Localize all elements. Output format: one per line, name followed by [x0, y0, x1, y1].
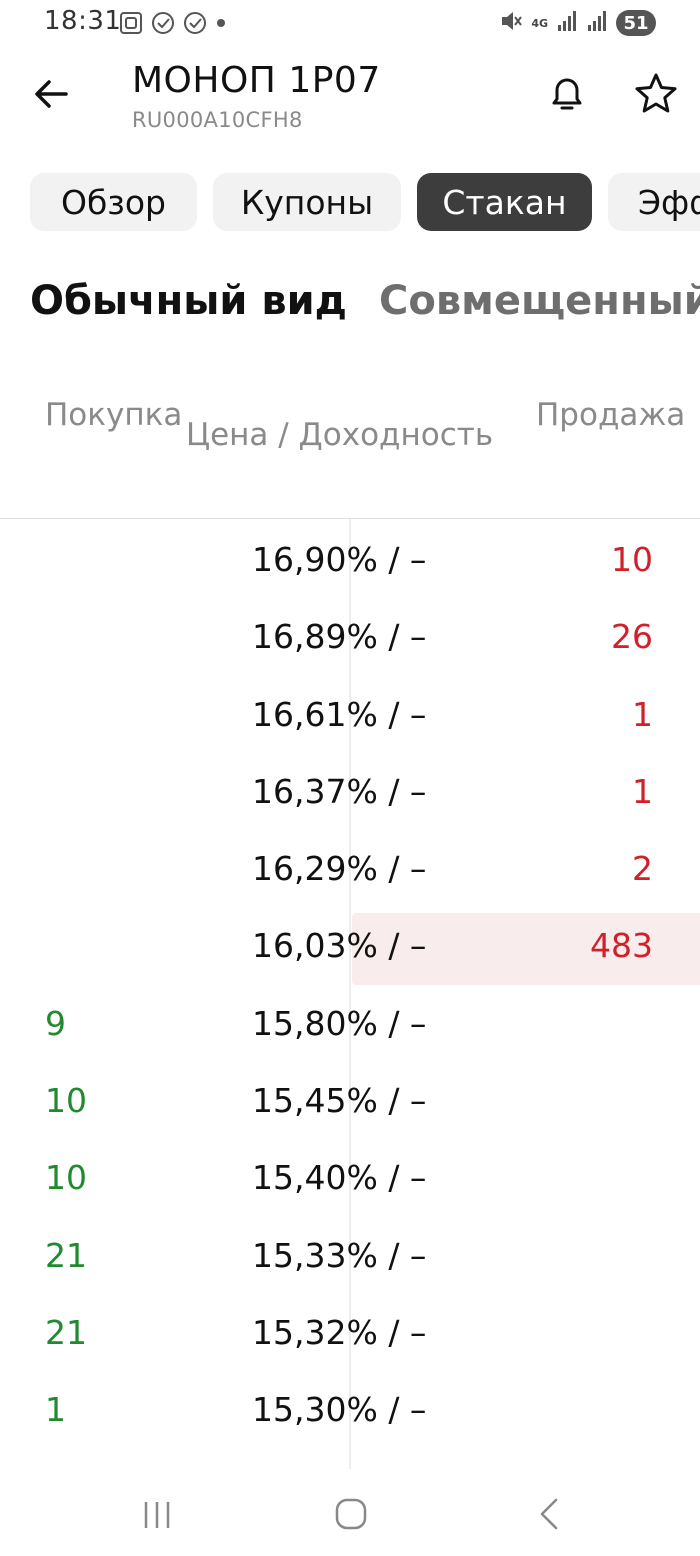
- signal-icon: [586, 9, 608, 37]
- tab-overview[interactable]: Обзор: [30, 173, 197, 231]
- network-type-label: 4G: [531, 16, 548, 30]
- star-icon: [635, 73, 677, 113]
- sell-volume: 1: [632, 771, 653, 811]
- order-book-row[interactable]: 10 15,45% / –: [0, 1062, 700, 1139]
- tab-coupons[interactable]: Купоны: [213, 173, 401, 231]
- price-yield: 15,33% / –: [252, 1235, 427, 1275]
- order-book-row[interactable]: 16,29% / – 2: [0, 830, 700, 907]
- sell-volume: 483: [590, 926, 653, 966]
- order-book-row[interactable]: 1 15,30% / –: [0, 1371, 700, 1448]
- system-back-button[interactable]: [536, 1496, 562, 1532]
- order-book-rows: 16,90% / – 10 16,89% / – 26 16,61% / – 1…: [0, 521, 700, 1449]
- favorite-button[interactable]: [632, 70, 680, 118]
- notifications-button[interactable]: [544, 70, 590, 116]
- arrow-left-icon: [35, 80, 68, 108]
- order-book-row[interactable]: 16,37% / – 1: [0, 753, 700, 830]
- column-header-price: Цена / Доходность: [186, 417, 494, 453]
- app-bar: МОНОП 1Р07 RU000A10CFH8: [0, 50, 700, 150]
- tab-efficiency[interactable]: Эфф: [608, 173, 700, 231]
- price-yield: 15,45% / –: [252, 1081, 427, 1121]
- price-yield: 16,61% / –: [252, 694, 427, 734]
- instrument-title: МОНОП 1Р07: [132, 60, 381, 101]
- order-book-row[interactable]: 16,89% / – 26: [0, 598, 700, 675]
- buy-volume: 10: [45, 1081, 87, 1121]
- order-book-row[interactable]: 9 15,80% / –: [0, 985, 700, 1062]
- buy-volume: 21: [45, 1312, 87, 1352]
- home-icon: [335, 1498, 367, 1530]
- instrument-isin: RU000A10CFH8: [132, 108, 303, 132]
- column-header-buy: Покупка: [45, 397, 183, 433]
- screenshot-icon: [118, 10, 144, 40]
- price-yield: 15,40% / –: [252, 1158, 427, 1198]
- check-circle-icon: [182, 10, 208, 40]
- status-time: 18:31: [44, 6, 122, 36]
- view-combined[interactable]: Совмещенный вид: [379, 278, 700, 324]
- price-yield: 16,03% / –: [252, 926, 427, 966]
- price-yield: 16,90% / –: [252, 540, 427, 579]
- status-bar: 18:31 4G 51: [0, 0, 700, 48]
- price-yield: 15,80% / –: [252, 1003, 427, 1043]
- sell-volume: 2: [632, 849, 653, 889]
- buy-volume: 9: [45, 1003, 66, 1043]
- order-book-row[interactable]: 10 15,40% / –: [0, 1139, 700, 1216]
- price-yield: 15,30% / –: [252, 1390, 427, 1430]
- order-book-screen: 18:31 4G 51 МОНОП 1Р07 RU000A10CFH8 Обзо…: [0, 0, 700, 1556]
- bell-icon: [552, 78, 582, 110]
- order-book-row[interactable]: 16,61% / – 1: [0, 676, 700, 753]
- sell-volume: 10: [611, 540, 653, 579]
- back-button[interactable]: [30, 72, 74, 116]
- system-nav-bar: [0, 1470, 700, 1556]
- sell-volume: 1: [632, 694, 653, 734]
- order-book-row[interactable]: 21 15,33% / –: [0, 1217, 700, 1294]
- order-book-row[interactable]: 16,90% / – 10: [0, 521, 700, 598]
- check-circle-icon: [150, 10, 176, 40]
- order-book-row[interactable]: 21 15,32% / –: [0, 1294, 700, 1371]
- signal-icon: [556, 9, 578, 37]
- dot-icon: [214, 10, 228, 40]
- order-book-row-best-ask[interactable]: 16,03% / – 483: [0, 907, 700, 986]
- tab-order-book[interactable]: Стакан: [417, 173, 592, 231]
- view-normal[interactable]: Обычный вид: [30, 278, 347, 324]
- price-yield: 16,89% / –: [252, 617, 427, 657]
- price-yield: 15,32% / –: [252, 1312, 427, 1352]
- view-mode-switch: Обычный вид Совмещенный вид: [30, 278, 700, 324]
- section-tabs: Обзор Купоны Стакан Эфф: [30, 173, 700, 231]
- buy-volume: 10: [45, 1158, 87, 1198]
- home-button[interactable]: [333, 1496, 369, 1532]
- buy-volume: 21: [45, 1235, 87, 1275]
- battery-indicator: 51: [616, 10, 656, 36]
- recent-apps-icon: [144, 1502, 170, 1528]
- recent-apps-button[interactable]: [140, 1498, 174, 1532]
- chevron-left-icon: [540, 1498, 558, 1530]
- sell-volume: 26: [611, 617, 653, 657]
- mute-icon: [499, 8, 523, 38]
- price-yield: 16,29% / –: [252, 849, 427, 889]
- price-yield: 16,37% / –: [252, 771, 427, 811]
- buy-volume: 1: [45, 1390, 66, 1430]
- column-header-sell: Продажа: [536, 397, 686, 433]
